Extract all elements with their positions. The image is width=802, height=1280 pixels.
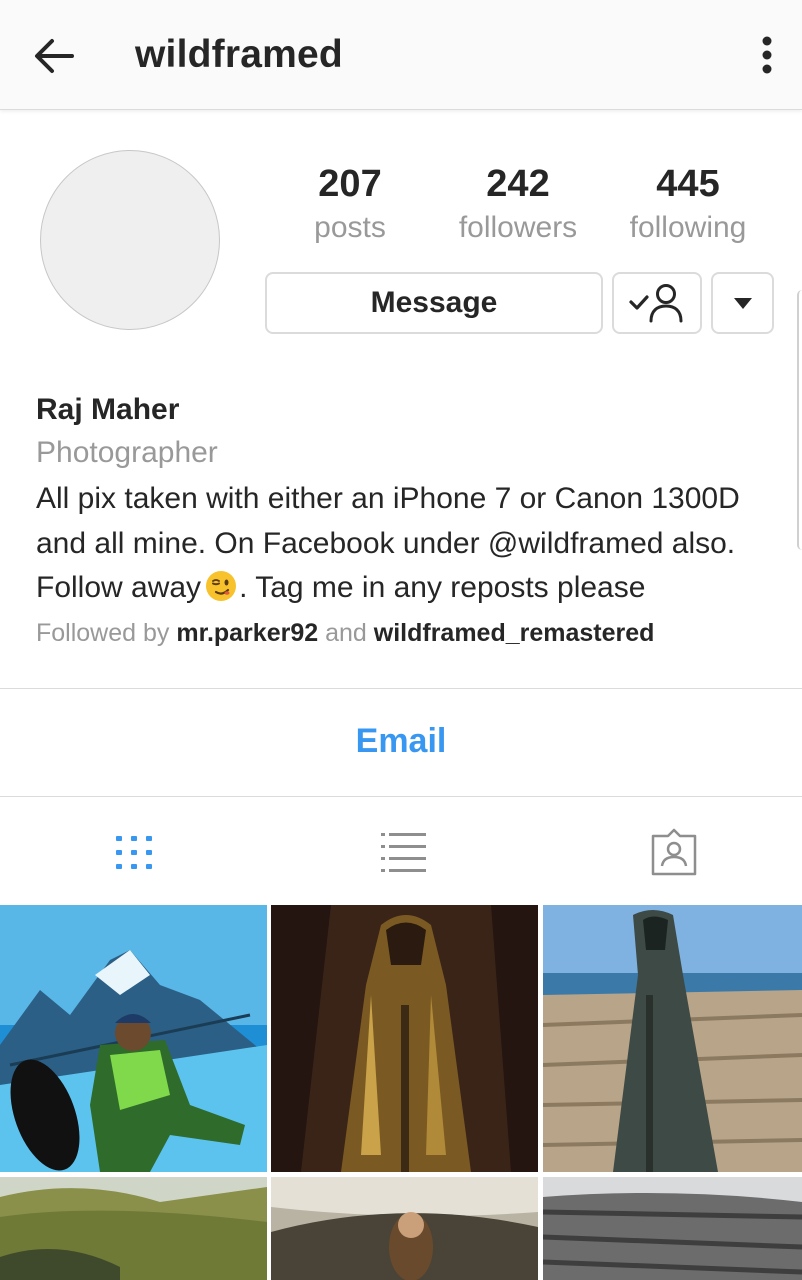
stat-posts[interactable]: 207 posts (270, 162, 430, 248)
winking-face-emoji (206, 571, 237, 601)
profile-bio: All pix taken with either an iPhone 7 or… (36, 477, 786, 611)
scroll-edge (797, 290, 802, 550)
tab-tagged[interactable] (646, 826, 702, 878)
bio-line-3-start: Follow away (36, 571, 202, 604)
tagged-person-icon (651, 828, 697, 876)
stat-posts-label: posts (314, 211, 386, 244)
stat-following-label: following (629, 211, 747, 244)
divider (0, 796, 802, 797)
dropdown-button[interactable] (711, 272, 774, 334)
photo-thumbnail-snowboarder[interactable] (0, 905, 267, 1172)
followed-by: Followed by mr.parker92 and wildframed_r… (36, 619, 654, 648)
back-button[interactable] (28, 32, 78, 82)
person-check-icon (629, 284, 683, 323)
stat-followers-label: followers (458, 211, 578, 244)
avatar[interactable] (40, 150, 220, 330)
page-title: wildframed (135, 33, 343, 76)
top-bar: wildframed (0, 0, 802, 110)
stat-posts-count: 207 (318, 163, 382, 205)
arrow-back-icon (35, 39, 74, 73)
caret-down-icon (733, 298, 752, 309)
email-button[interactable]: Email (0, 722, 802, 761)
stat-following[interactable]: 445 following (608, 162, 768, 248)
bio-line-2: and all mine. On Facebook under @wildfra… (36, 526, 736, 560)
more-options-button[interactable] (750, 36, 784, 76)
followed-by-user-2[interactable]: wildframed_remastered (374, 619, 655, 647)
bio-line-3: Follow away . Tag me in any reposts plea… (36, 566, 786, 611)
divider (0, 688, 802, 689)
list-icon (381, 833, 426, 872)
bio-line-3-end: . Tag me in any reposts please (239, 571, 646, 604)
stat-followers[interactable]: 242 followers (438, 162, 598, 248)
more-vertical-icon (762, 36, 772, 74)
photo-thumbnail-person-rocks[interactable] (271, 1177, 538, 1280)
tab-list[interactable] (376, 826, 432, 878)
bio-line-1: All pix taken with either an iPhone 7 or… (36, 482, 740, 515)
followed-by-user-1[interactable]: mr.parker92 (176, 619, 318, 647)
stat-following-count: 445 (656, 163, 720, 205)
followed-by-and: and (325, 619, 367, 647)
grid-icon (116, 836, 152, 869)
photo-thumbnail-hills[interactable] (0, 1177, 267, 1280)
followed-by-prefix: Followed by (36, 619, 170, 647)
message-button[interactable]: Message (265, 272, 603, 334)
photo-thumbnail-rocks[interactable] (543, 1177, 802, 1280)
profile-name: Raj Maher (36, 393, 180, 426)
following-button[interactable] (612, 272, 702, 334)
tab-grid[interactable] (106, 826, 162, 878)
photo-thumbnail-statue-dark[interactable] (271, 905, 538, 1172)
profile-category: Photographer (36, 436, 218, 469)
photo-thumbnail-statue-coast[interactable] (543, 905, 802, 1172)
stat-followers-count: 242 (486, 163, 550, 205)
